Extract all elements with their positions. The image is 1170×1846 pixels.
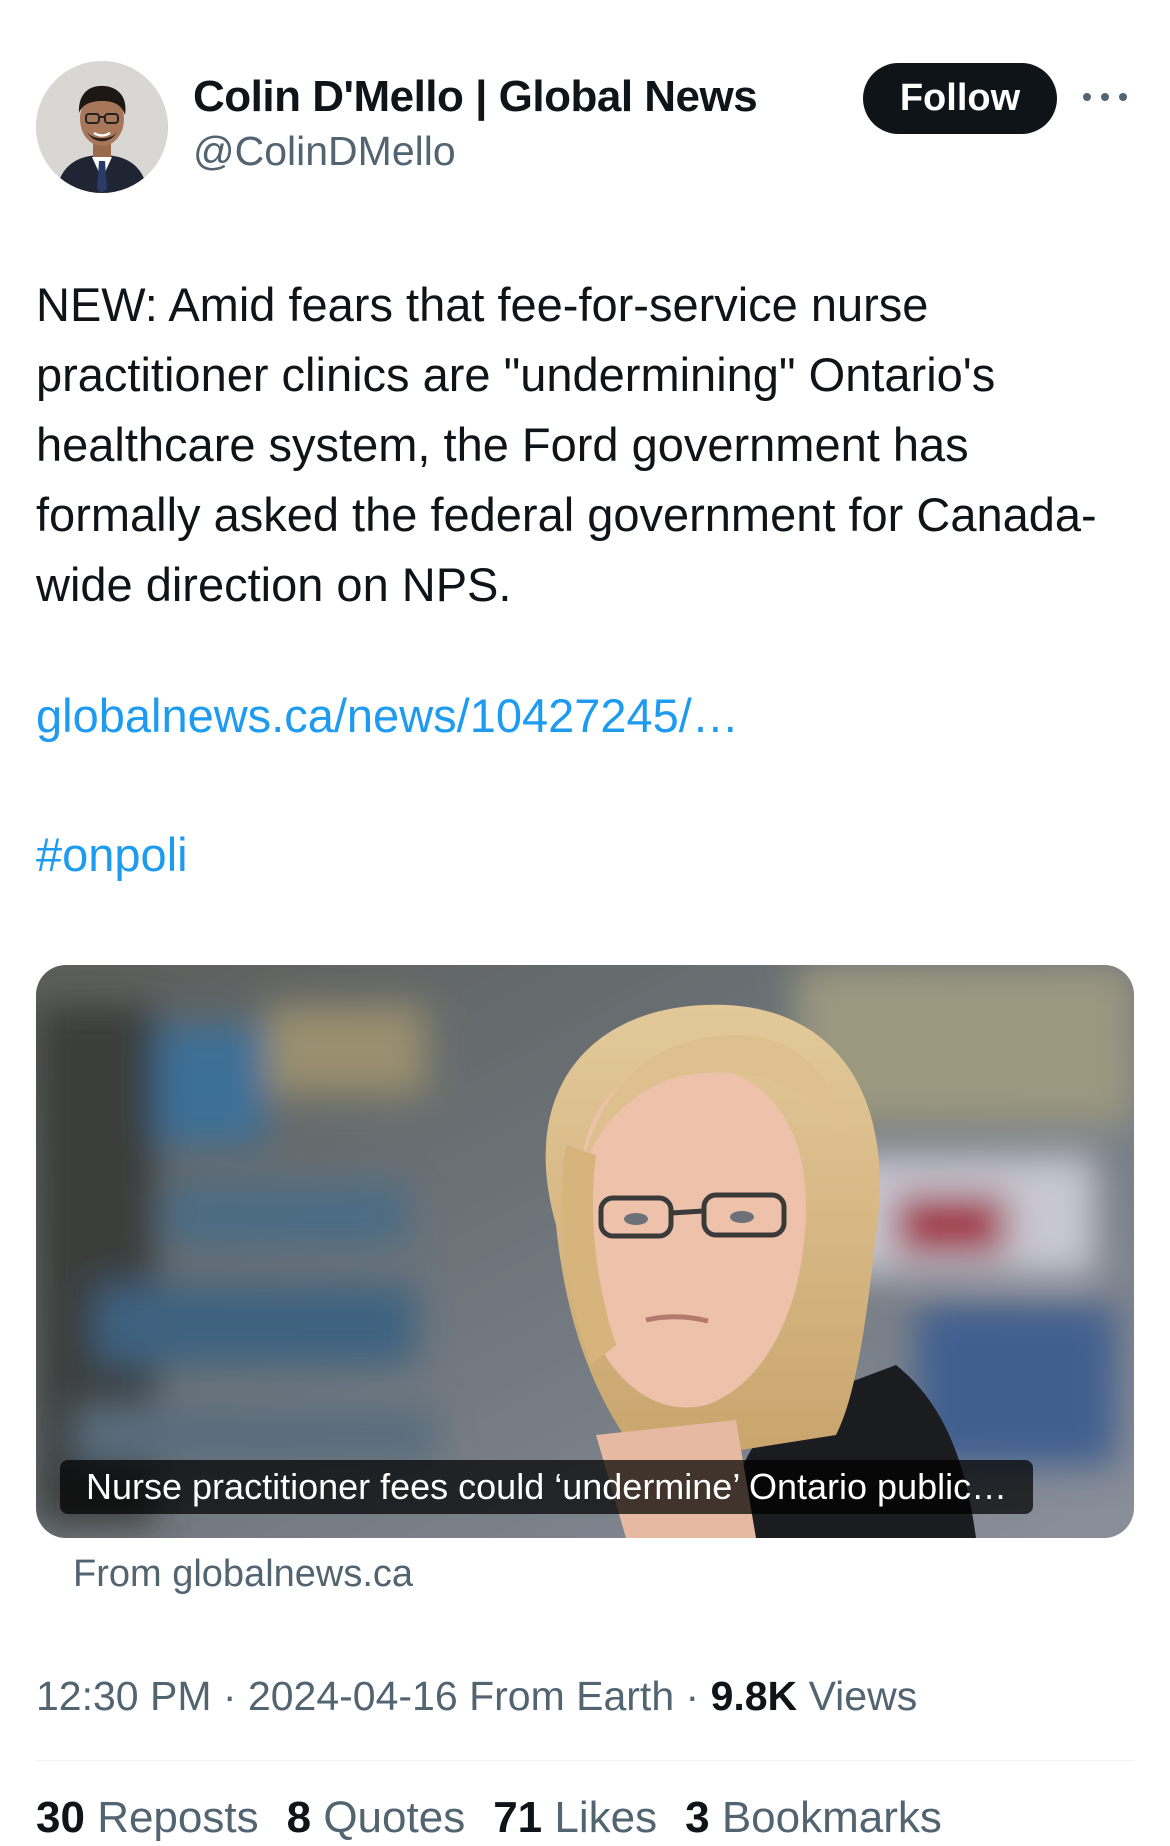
bookmarks-count: 3 [685, 1793, 710, 1842]
separator: · [674, 1673, 711, 1719]
author-handle[interactable]: @ColinDMello [193, 128, 456, 175]
hashtag-link[interactable]: #onpoli [36, 827, 188, 882]
likes-count: 71 [493, 1793, 543, 1842]
separator: · [211, 1673, 248, 1719]
tweet-origin: From Earth [469, 1673, 675, 1719]
bookmarks-label: Bookmarks [721, 1793, 942, 1842]
avatar-image [36, 61, 168, 193]
reposts-count: 30 [36, 1793, 85, 1842]
more-options-icon[interactable] [1083, 82, 1127, 112]
card-caption: Nurse practitioner fees could ‘undermine… [60, 1460, 1034, 1514]
tweet-date[interactable]: 2024-04-16 [248, 1673, 458, 1719]
likes-label: Likes [554, 1793, 658, 1842]
tweet-meta: 12:30 PM · 2024-04-16 From Earth · 9.8K … [36, 1673, 917, 1720]
divider [36, 1760, 1134, 1761]
reposts-stat[interactable]: 30 Reposts [36, 1793, 259, 1843]
engagement-stats: 30 Reposts 8 Quotes 71 Likes 3 Bookmarks [36, 1793, 942, 1843]
tweet-text: NEW: Amid fears that fee-for-service nur… [36, 278, 1097, 611]
views-label: Views [808, 1673, 918, 1719]
likes-stat[interactable]: 71 Likes [493, 1793, 657, 1843]
tweet-time[interactable]: 12:30 PM [36, 1673, 212, 1719]
reposts-label: Reposts [97, 1793, 259, 1842]
follow-button[interactable]: Follow [863, 63, 1057, 134]
bookmarks-stat[interactable]: 3 Bookmarks [685, 1793, 942, 1843]
quotes-stat[interactable]: 8 Quotes [287, 1793, 466, 1843]
quotes-count: 8 [286, 1793, 312, 1842]
article-photo [36, 965, 1134, 1538]
author-name[interactable]: Colin D'Mello | Global News [193, 72, 758, 122]
views-count: 9.8K [710, 1673, 798, 1719]
avatar[interactable] [36, 61, 168, 193]
link-preview-card[interactable]: Nurse practitioner fees could ‘undermine… [36, 965, 1134, 1538]
card-source[interactable]: From globalnews.ca [73, 1553, 413, 1596]
quotes-label: Quotes [323, 1793, 466, 1842]
article-link[interactable]: globalnews.ca/news/10427245/… [36, 688, 739, 743]
